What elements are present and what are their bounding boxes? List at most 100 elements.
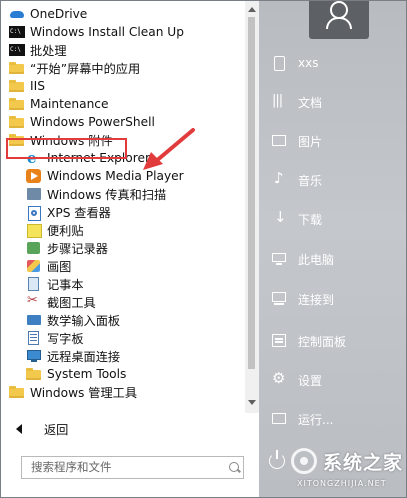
scroll-down-icon[interactable] <box>248 400 256 405</box>
scroll-thumb[interactable] <box>248 17 255 369</box>
run-icon <box>271 411 289 427</box>
user-menu-downloads[interactable]: 下载 <box>259 208 406 229</box>
user-menu-music[interactable]: 音乐 <box>259 169 406 190</box>
list-item-label: Windows 传真和扫描 <box>47 188 167 202</box>
music-icon <box>271 169 289 188</box>
folder-windows-admin-tools[interactable]: Windows 管理工具 <box>1 383 245 401</box>
list-item-math-input-panel[interactable]: 数学输入面板 <box>1 311 245 329</box>
onedrive-icon <box>9 7 25 21</box>
sticky-notes-icon <box>26 223 42 238</box>
list-item-label: 记事本 <box>47 278 84 292</box>
folder-windows-powershell[interactable]: Windows PowerShell <box>1 113 245 131</box>
user-menu-settings[interactable]: 设置 <box>259 369 406 390</box>
list-item-paint[interactable]: 画图 <box>1 257 245 275</box>
control-panel-icon <box>271 333 289 349</box>
user-menu-label: 下载 <box>298 212 323 227</box>
remote-desktop-icon <box>26 349 42 363</box>
red-arrow-icon <box>143 128 195 170</box>
list-item-xps-viewer[interactable]: XPS 查看器 <box>1 203 245 221</box>
snipping-tool-icon <box>26 293 42 309</box>
wordpad-icon <box>26 331 42 345</box>
list-item-sticky-notes[interactable]: 便利贴 <box>1 221 245 239</box>
back-arrow-icon <box>16 424 22 434</box>
user-menu-label: 文档 <box>298 95 323 110</box>
list-item-label: “开始”屏幕中的应用 <box>30 62 141 76</box>
program-list-pane: OneDrive Windows Install Clean Up 批处理 “开… <box>1 1 259 497</box>
math-input-icon <box>26 313 42 327</box>
watermark-text: 系统之家 <box>323 452 404 474</box>
fax-scan-icon <box>26 187 42 201</box>
program-list: OneDrive Windows Install Clean Up 批处理 “开… <box>1 5 245 401</box>
user-pane: xxs 文档 图片 音乐 下载 此电脑 连接到 控制面板 设置 运行... <box>259 1 406 497</box>
list-item-notepad[interactable]: 记事本 <box>1 275 245 293</box>
user-menu-label: 此电脑 <box>298 252 335 267</box>
scrollbar[interactable] <box>245 1 259 413</box>
user-menu-documents[interactable]: 文档 <box>259 92 406 112</box>
list-item-fax-and-scan[interactable]: Windows 传真和扫描 <box>1 185 245 203</box>
list-item-label: IIS <box>30 79 45 93</box>
this-pc-icon <box>271 251 289 267</box>
list-item-label: Windows Install Clean Up <box>30 25 184 39</box>
list-item-label: 数学输入面板 <box>47 314 121 328</box>
xps-viewer-icon <box>26 205 42 221</box>
user-menu-label: 连接到 <box>298 292 335 307</box>
settings-icon <box>271 369 289 388</box>
user-menu-control-panel[interactable]: 控制面板 <box>259 331 406 351</box>
user-menu-label: 图片 <box>298 134 323 149</box>
search-icon <box>229 462 239 472</box>
list-item-label: XPS 查看器 <box>47 206 111 220</box>
watermark: 系统之家 XITONGZHIJIA.NET <box>291 446 406 496</box>
list-item-label: Windows 管理工具 <box>30 386 138 400</box>
paint-icon <box>26 259 42 273</box>
user-menu-label: 设置 <box>298 373 323 388</box>
list-item-label: 画图 <box>47 260 72 274</box>
list-item-label: System Tools <box>47 367 127 381</box>
user-menu-connect-to[interactable]: 连接到 <box>259 289 406 309</box>
folder-icon <box>9 61 25 75</box>
user-menu-xxs[interactable]: xxs <box>259 53 406 73</box>
list-item-label: 远程桌面连接 <box>47 350 121 364</box>
folder-iis[interactable]: IIS <box>1 77 245 95</box>
media-player-icon <box>26 169 42 183</box>
folder-icon <box>9 79 25 93</box>
back-label: 返回 <box>44 423 69 437</box>
back-button[interactable]: 返回 <box>1 419 245 439</box>
documents-icon <box>271 93 289 110</box>
user-menu-label: 运行... <box>298 412 334 427</box>
list-item-label: 写字板 <box>47 332 84 346</box>
list-item-windows-media-player[interactable]: Windows Media Player <box>1 167 245 185</box>
list-item-label: OneDrive <box>30 7 88 21</box>
list-item-onedrive[interactable]: OneDrive <box>1 5 245 23</box>
list-item-batch[interactable]: 批处理 <box>1 41 245 59</box>
list-item-label: 截图工具 <box>47 296 96 310</box>
connect-to-icon <box>271 291 289 307</box>
search-placeholder: 搜索程序和文件 <box>31 460 112 474</box>
watermark-logo-icon <box>291 448 317 474</box>
list-item-remote-desktop[interactable]: 远程桌面连接 <box>1 347 245 365</box>
user-folder-icon <box>271 55 289 71</box>
folder-system-tools[interactable]: System Tools <box>1 365 245 383</box>
list-item-label: 便利贴 <box>47 224 84 238</box>
search-input[interactable]: 搜索程序和文件 <box>21 456 244 479</box>
user-menu-label: 音乐 <box>298 173 323 188</box>
scroll-up-icon[interactable] <box>248 7 256 12</box>
command-prompt-icon <box>9 43 25 57</box>
list-item-label: Maintenance <box>30 97 109 111</box>
list-item-wordpad[interactable]: 写字板 <box>1 329 245 347</box>
installer-icon <box>9 25 25 39</box>
user-menu-pictures[interactable]: 图片 <box>259 131 406 151</box>
list-item-windows-install-clean-up[interactable]: Windows Install Clean Up <box>1 23 245 41</box>
user-avatar-icon[interactable] <box>309 1 369 39</box>
folder-start-screen-apps[interactable]: “开始”屏幕中的应用 <box>1 59 245 77</box>
list-item-label: Windows PowerShell <box>30 115 155 129</box>
downloads-icon <box>271 208 289 227</box>
user-menu-label: xxs <box>298 56 319 70</box>
list-item-snipping-tool[interactable]: 截图工具 <box>1 293 245 311</box>
user-menu-this-pc[interactable]: 此电脑 <box>259 249 406 269</box>
list-item-label: 步骤记录器 <box>47 242 108 256</box>
folder-maintenance[interactable]: Maintenance <box>1 95 245 113</box>
list-item-steps-recorder[interactable]: 步骤记录器 <box>1 239 245 257</box>
folder-icon <box>9 97 25 111</box>
highlight-box <box>6 138 127 159</box>
user-menu-run[interactable]: 运行... <box>259 409 406 429</box>
